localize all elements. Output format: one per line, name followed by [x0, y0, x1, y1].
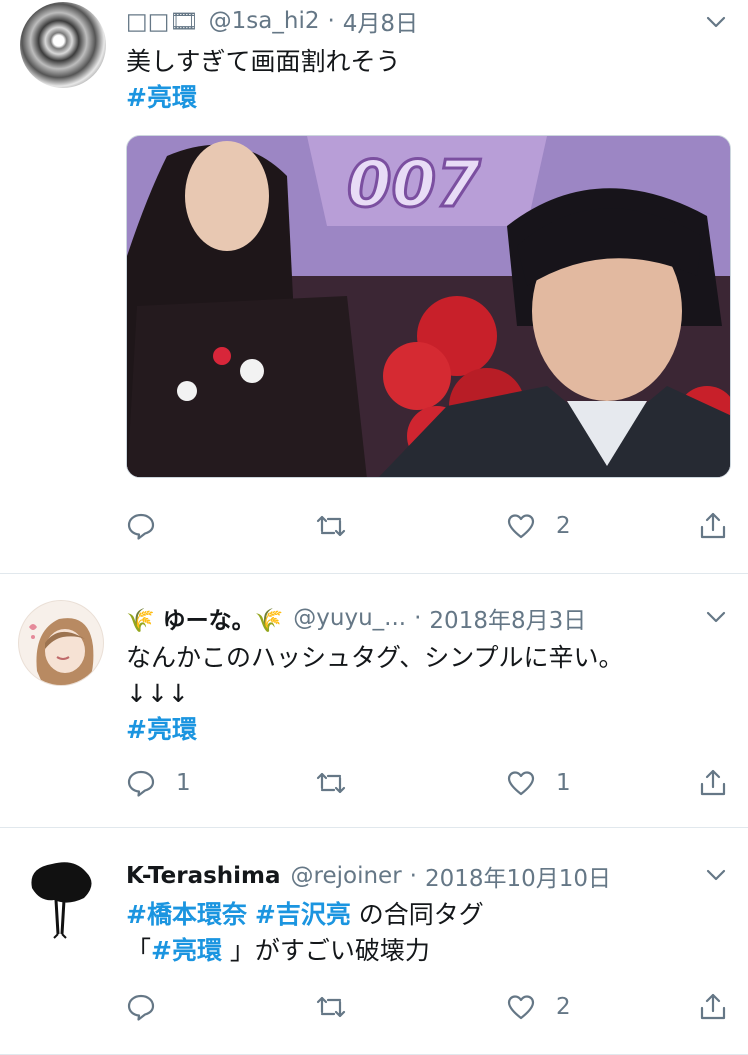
share-icon	[700, 769, 726, 796]
retweet-icon	[316, 996, 346, 1018]
chevron-down-icon[interactable]	[704, 10, 728, 34]
share-button[interactable]	[698, 989, 728, 1025]
tweet-header: □□🎞 @1sa_hi2 · 4月8日	[126, 4, 688, 38]
hashtag-link[interactable]: #橋本環奈	[126, 900, 247, 929]
tweet-text-segment: の合同タグ	[350, 900, 484, 929]
reply-button[interactable]	[126, 508, 176, 544]
tweet-actions: 1 1	[126, 765, 728, 801]
heart-icon	[507, 771, 535, 796]
avatar[interactable]	[20, 2, 106, 88]
reply-icon	[127, 994, 155, 1021]
avatar[interactable]	[18, 854, 104, 940]
share-icon	[700, 993, 726, 1020]
like-count: 2	[556, 994, 571, 1020]
hashtag-link[interactable]: #亮環	[126, 712, 728, 748]
avatar[interactable]	[18, 600, 104, 686]
like-button[interactable]: 2	[506, 508, 571, 544]
reply-icon	[127, 770, 155, 797]
heart-icon	[507, 995, 535, 1020]
share-button[interactable]	[698, 765, 728, 801]
tweet-text-line: 美しすぎて画面割れそう	[126, 47, 401, 76]
tweet-text-line: ↓↓↓	[126, 679, 189, 708]
tweet-text-line: #橋本環奈 #吉沢亮 の合同タグ	[126, 897, 728, 933]
reply-count: 1	[176, 770, 191, 796]
timeline-feed: □□🎞 @1sa_hi2 · 4月8日 美しすぎて画面割れそう #亮環 007	[0, 0, 748, 1055]
retweet-icon	[316, 515, 346, 537]
tweet-header: K-Terashima @rejoiner · 2018年10月10日	[126, 859, 688, 893]
tweet[interactable]: □□🎞 @1sa_hi2 · 4月8日 美しすぎて画面割れそう #亮環 007	[0, 0, 748, 574]
display-name[interactable]: 🌾 ゆーな。🌾	[126, 601, 283, 635]
photo-illustration: 007	[127, 136, 730, 477]
tweet-header: 🌾 ゆーな。🌾 @yuyu_... · 2018年8月3日	[126, 601, 688, 635]
tweet-text-segment: 「	[126, 936, 152, 965]
like-button[interactable]: 1	[506, 765, 571, 801]
user-handle[interactable]: @rejoiner	[291, 863, 402, 889]
retweet-button[interactable]	[316, 765, 366, 801]
tweet-photo[interactable]: 007	[126, 135, 731, 478]
tweet-text-segment: 」がすごい破壊力	[221, 936, 430, 965]
reply-icon	[127, 513, 155, 540]
heart-icon	[507, 514, 535, 539]
tweet-text-line: なんかこのハッシュタグ、シンプルに辛い。	[126, 643, 624, 672]
reply-button[interactable]: 1	[126, 765, 191, 801]
tweet-text: #橋本環奈 #吉沢亮 の合同タグ 「#亮環 」がすごい破壊力	[126, 897, 728, 969]
share-icon	[700, 512, 726, 539]
separator-dot: ·	[327, 8, 335, 34]
like-count: 2	[556, 513, 571, 539]
tweet[interactable]: 🌾 ゆーな。🌾 @yuyu_... · 2018年8月3日 なんかこのハッシュタ…	[0, 575, 748, 828]
display-name[interactable]: K-Terashima	[126, 863, 281, 889]
like-count: 1	[556, 770, 571, 796]
avatar-illustration	[29, 618, 94, 685]
tweet[interactable]: K-Terashima @rejoiner · 2018年10月10日 #橋本環…	[0, 829, 748, 1055]
like-button[interactable]: 2	[506, 989, 571, 1025]
share-button[interactable]	[698, 508, 728, 544]
user-handle[interactable]: @1sa_hi2	[209, 8, 320, 34]
hashtag-link[interactable]: #吉沢亮	[255, 900, 351, 929]
tweet-date[interactable]: 4月8日	[343, 4, 418, 38]
chevron-down-icon[interactable]	[704, 863, 728, 887]
display-name[interactable]: □□🎞	[126, 8, 199, 35]
hashtag-link[interactable]: #亮環	[126, 80, 728, 116]
user-handle[interactable]: @yuyu_...	[293, 605, 406, 631]
separator-dot: ·	[409, 863, 417, 889]
separator-dot: ·	[414, 605, 422, 631]
tweet-date[interactable]: 2018年8月3日	[429, 601, 586, 635]
retweet-button[interactable]	[316, 508, 366, 544]
retweet-button[interactable]	[316, 989, 366, 1025]
tweet-actions: 2	[126, 989, 728, 1025]
avatar-illustration	[31, 862, 92, 939]
tweet-date[interactable]: 2018年10月10日	[425, 859, 611, 893]
chevron-down-icon[interactable]	[704, 605, 728, 629]
tweet-text-line: 「#亮環 」がすごい破壊力	[126, 933, 728, 969]
tweet-text: 美しすぎて画面割れそう #亮環	[126, 44, 728, 116]
hashtag-link[interactable]: #亮環	[151, 936, 222, 965]
retweet-icon	[316, 772, 346, 794]
tweet-text: なんかこのハッシュタグ、シンプルに辛い。 ↓↓↓ #亮環	[126, 640, 728, 748]
svg-text:007: 007	[347, 148, 481, 222]
tweet-actions: 2	[126, 508, 728, 544]
reply-button[interactable]	[126, 989, 176, 1025]
